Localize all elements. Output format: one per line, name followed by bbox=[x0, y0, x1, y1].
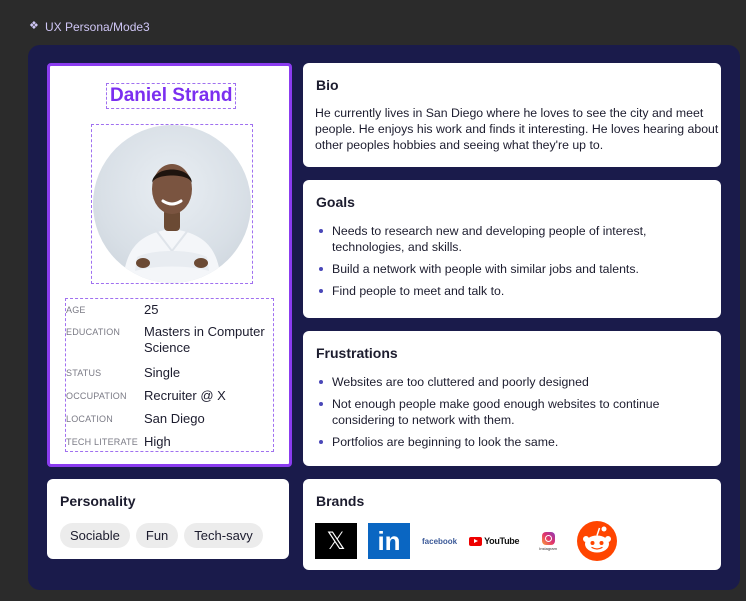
bio-card[interactable]: Bio He currently lives in San Diego wher… bbox=[303, 63, 721, 167]
bio-title: Bio bbox=[316, 77, 339, 93]
frame-label-text: UX Persona/Mode3 bbox=[45, 20, 150, 34]
brands-title: Brands bbox=[316, 493, 365, 509]
personality-title: Personality bbox=[60, 493, 136, 509]
attribute-label: AGE bbox=[66, 305, 86, 315]
facebook-logo-icon: facebook bbox=[422, 536, 458, 546]
list-item: Not enough people make good enough websi… bbox=[317, 396, 713, 428]
instagram-glyph-icon bbox=[541, 531, 555, 545]
attribute-value: 25 bbox=[144, 302, 159, 317]
name-selection-box[interactable]: Daniel Strand bbox=[106, 83, 237, 109]
frustrations-card[interactable]: Frustrations Websites are too cluttered … bbox=[303, 331, 721, 466]
trait-chip[interactable]: Tech-savy bbox=[184, 523, 263, 548]
bio-text: He currently lives in San Diego where he… bbox=[315, 106, 719, 152]
attributes-selection-box[interactable]: AGE 25 EDUCATION Masters in Computer Sci… bbox=[65, 298, 274, 452]
profile-card[interactable]: Daniel Strand AGE 25 EDUCATION Masters i… bbox=[47, 63, 292, 467]
instagram-wordmark: Instagram bbox=[539, 545, 557, 551]
attribute-label: STATUS bbox=[66, 368, 102, 378]
attribute-value: Single bbox=[144, 365, 181, 380]
person-avatar-icon bbox=[123, 164, 221, 283]
goals-card[interactable]: Goals Needs to research new and developi… bbox=[303, 180, 721, 318]
trait-chip[interactable]: Sociable bbox=[60, 523, 130, 548]
attribute-value: Masters in Computer Science bbox=[144, 324, 265, 355]
attribute-label: EDUCATION bbox=[66, 327, 121, 337]
trait-chip[interactable]: Fun bbox=[135, 523, 179, 548]
instagram-logo-icon: Instagram bbox=[539, 531, 557, 551]
list-item: Portfolios are beginning to look the sam… bbox=[317, 434, 713, 450]
frustrations-title: Frustrations bbox=[316, 345, 398, 361]
attribute-value: Recruiter @ X bbox=[144, 388, 226, 403]
persona-photo bbox=[93, 125, 251, 283]
attribute-label: TECH LITERATE bbox=[66, 437, 138, 447]
youtube-wordmark: YouTube bbox=[484, 536, 520, 546]
persona-canvas: Daniel Strand AGE 25 EDUCATION Masters i… bbox=[28, 45, 740, 590]
frustrations-list: Websites are too cluttered and poorly de… bbox=[317, 374, 713, 456]
list-item: Needs to research new and developing peo… bbox=[317, 223, 713, 255]
persona-name: Daniel Strand bbox=[110, 85, 233, 106]
component-icon bbox=[29, 21, 40, 32]
attribute-value: High bbox=[144, 434, 171, 449]
youtube-logo-icon: YouTube bbox=[469, 536, 519, 546]
reddit-logo-icon bbox=[576, 521, 617, 561]
personality-card[interactable]: Personality Sociable Fun Tech-savy bbox=[47, 479, 289, 559]
brands-card[interactable]: Brands 𝕏 in facebook YouTube Instagram bbox=[303, 479, 721, 570]
photo-selection-box[interactable] bbox=[91, 124, 253, 284]
frame-label[interactable]: UX Persona/Mode3 bbox=[29, 20, 150, 34]
attribute-label: LOCATION bbox=[66, 414, 113, 424]
attribute-value: San Diego bbox=[144, 411, 205, 426]
goals-list: Needs to research new and developing peo… bbox=[317, 223, 713, 305]
list-item: Find people to meet and talk to. bbox=[317, 283, 713, 299]
personality-traits: Sociable Fun Tech-savy bbox=[60, 523, 263, 548]
youtube-play-icon bbox=[469, 536, 483, 546]
attribute-label: OCCUPATION bbox=[66, 391, 127, 401]
list-item: Websites are too cluttered and poorly de… bbox=[317, 374, 713, 390]
linkedin-logo-icon: in bbox=[368, 523, 410, 559]
brand-logos: 𝕏 in facebook YouTube Instagram bbox=[315, 521, 617, 561]
list-item: Build a network with people with similar… bbox=[317, 261, 713, 277]
goals-title: Goals bbox=[316, 194, 355, 210]
x-logo-icon: 𝕏 bbox=[315, 523, 357, 559]
